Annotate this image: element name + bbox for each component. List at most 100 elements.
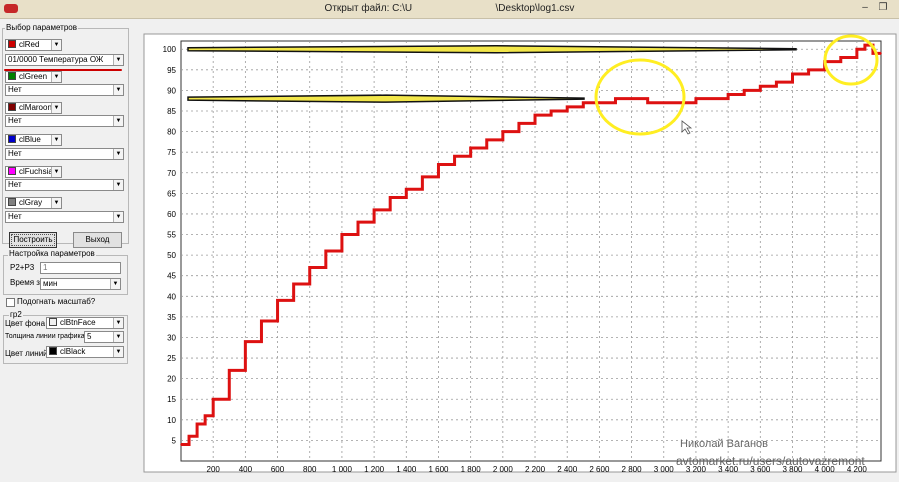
- color-select-4[interactable]: clBlue ▼: [5, 134, 62, 146]
- x-tick-label: 2 400: [557, 465, 578, 474]
- data-point: [405, 188, 408, 191]
- data-point: [743, 89, 746, 92]
- bg-color-select[interactable]: clBtnFace ▼: [46, 317, 124, 329]
- settings-group-label: Настройка параметров: [8, 249, 96, 258]
- data-point: [775, 81, 778, 83]
- data-point: [212, 398, 214, 401]
- watermark-site: avtomarket.ru/users/autovazremont: [676, 454, 865, 468]
- data-point: [662, 101, 665, 104]
- y-tick-label: 70: [167, 169, 176, 178]
- data-point: [856, 48, 858, 51]
- x-tick-label: 1 800: [461, 465, 482, 474]
- param-select-5[interactable]: Нет ▼: [5, 179, 124, 191]
- y-tick-label: 65: [167, 189, 176, 198]
- p2p3-input[interactable]: 1: [40, 262, 121, 274]
- x-tick-label: 2 600: [589, 465, 610, 474]
- watermark-name: Николай Ваганов: [680, 438, 769, 450]
- param-select-3[interactable]: Нет ▼: [5, 115, 124, 127]
- y-tick-label: 15: [167, 395, 176, 404]
- color-select-4-value: clBlue: [19, 135, 41, 144]
- chevron-down-icon: ▼: [113, 116, 123, 126]
- minimize-icon[interactable]: –: [858, 2, 872, 14]
- color-select-2[interactable]: clGreen ▼: [5, 71, 62, 83]
- y-tick-label: 25: [167, 354, 176, 363]
- color-swatch-6: [8, 198, 16, 206]
- scale-checkbox-label: Подогнать масштаб?: [17, 297, 96, 306]
- data-point: [292, 283, 295, 285]
- data-point: [534, 114, 536, 116]
- chevron-down-icon: ▼: [113, 212, 123, 222]
- chevron-down-icon: ▼: [113, 347, 123, 357]
- color-swatch-5: [8, 167, 16, 175]
- bg-color-swatch: [49, 318, 57, 326]
- y-tick-label: 90: [167, 86, 176, 95]
- scale-checkbox[interactable]: [6, 298, 15, 307]
- data-point: [244, 340, 247, 343]
- color-select-3[interactable]: clMaroon ▼: [5, 102, 62, 114]
- x-tick-label: 1 600: [428, 465, 449, 474]
- time-select[interactable]: мин ▼: [40, 278, 121, 290]
- data-point: [679, 101, 681, 104]
- color-select-3-value: clMaroon: [19, 103, 52, 112]
- param-select-4-value: Нет: [8, 149, 22, 158]
- line-color-value: clBlack: [60, 347, 86, 356]
- data-point: [759, 85, 762, 88]
- y-tick-label: 45: [167, 272, 176, 281]
- param-select-6[interactable]: Нет ▼: [5, 211, 124, 223]
- y-tick-label: 30: [167, 333, 176, 342]
- data-point: [196, 423, 198, 425]
- param-select-1-value: 01/0000 Температура ОЖ: [8, 55, 104, 64]
- line-color-label: Цвет линий: [5, 349, 48, 358]
- param-select-2-value: Нет: [8, 85, 22, 94]
- y-tick-label: 35: [167, 313, 176, 322]
- data-point: [308, 266, 311, 269]
- chevron-down-icon: ▼: [113, 55, 123, 65]
- line-color-swatch: [49, 347, 57, 355]
- y-tick-label: 50: [167, 251, 176, 260]
- color-select-1[interactable]: clRed ▼: [5, 39, 62, 51]
- param-select-1[interactable]: 01/0000 Температура ОЖ ▼: [5, 54, 124, 66]
- exit-button[interactable]: Выход: [73, 232, 122, 248]
- data-point: [550, 110, 552, 112]
- restore-icon[interactable]: ❐: [876, 2, 890, 14]
- color-select-5[interactable]: clFuchsia ▼: [5, 166, 62, 178]
- x-tick-label: 800: [303, 465, 317, 474]
- x-tick-label: 200: [207, 465, 221, 474]
- data-point: [646, 101, 649, 104]
- time-label: Время з: [10, 278, 40, 287]
- param-select-4[interactable]: Нет ▼: [5, 148, 124, 160]
- p2p3-label: P2+P3: [10, 263, 35, 272]
- color-swatch-2: [8, 72, 16, 80]
- color-swatch-4: [8, 135, 16, 143]
- time-select-value: мин: [43, 279, 58, 288]
- line-width-label: Толщина линии графика: [5, 333, 85, 340]
- chevron-down-icon: ▼: [51, 167, 61, 177]
- color-select-2-value: clGreen: [19, 72, 48, 81]
- color-select-1-value: clRed: [19, 40, 40, 49]
- data-point: [872, 52, 874, 55]
- color-select-6[interactable]: clGray ▼: [5, 197, 62, 209]
- bg-color-value: clBtnFace: [60, 318, 96, 327]
- data-point: [389, 196, 391, 199]
- window-title: Открыт файл: C:\U \Desktop\log1.csv: [324, 3, 575, 14]
- graph-area: 5 10 15 20 25 30 35 40 45 50 55 60 65 70 75 80 85 90 95 100…: [136, 19, 899, 480]
- build-button[interactable]: Построить: [9, 232, 57, 248]
- y-tick-label: 5: [172, 436, 177, 445]
- chevron-down-icon: ▼: [113, 180, 123, 190]
- data-point: [485, 139, 488, 141]
- chevron-down-icon: ▼: [113, 318, 123, 328]
- param-select-3-value: Нет: [8, 116, 22, 125]
- y-tick-label: 80: [167, 128, 176, 137]
- data-point: [373, 209, 375, 211]
- data-point: [880, 52, 882, 55]
- color-swatch-1: [8, 40, 16, 48]
- data-point: [807, 69, 810, 71]
- data-point: [341, 233, 343, 236]
- line-width-select[interactable]: 5 ▼: [84, 331, 124, 343]
- y-tick-label: 40: [167, 292, 176, 301]
- param-select-2[interactable]: Нет ▼: [5, 84, 124, 96]
- line-color-select[interactable]: clBlack ▼: [46, 346, 124, 358]
- data-point: [437, 163, 440, 166]
- line-width-value: 5: [87, 332, 92, 341]
- chevron-down-icon: ▼: [51, 103, 61, 113]
